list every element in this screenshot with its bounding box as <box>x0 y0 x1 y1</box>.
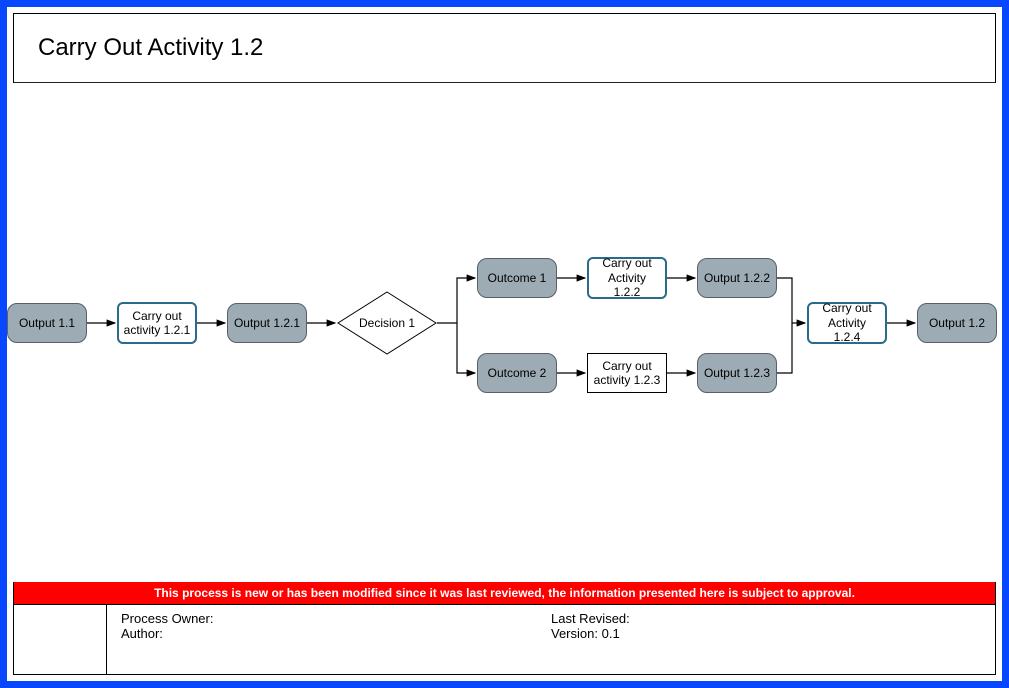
node-output-1-2-1: Output 1.2.1 <box>227 303 307 343</box>
node-label: Output 1.2.2 <box>704 271 770 285</box>
node-output-1-2-3: Output 1.2.3 <box>697 353 777 393</box>
version-value: 0.1 <box>602 626 620 641</box>
last-revised-label: Last Revised: <box>551 611 630 626</box>
version-label: Version: <box>551 626 598 641</box>
node-output-1-2-2: Output 1.2.2 <box>697 258 777 298</box>
author-label: Author: <box>121 626 163 641</box>
node-activity-1-2-4: Carry out Activity 1.2.4 <box>807 302 887 344</box>
node-label: Carry out Activity 1.2.4 <box>813 301 881 344</box>
approval-banner: This process is new or has been modified… <box>13 582 996 604</box>
title-bar: Carry Out Activity 1.2 <box>13 13 996 83</box>
node-label: Output 1.2.1 <box>234 316 300 330</box>
node-label: Output 1.2.3 <box>704 366 770 380</box>
node-output-1-2: Output 1.2 <box>917 303 997 343</box>
node-outcome-1: Outcome 1 <box>477 258 557 298</box>
node-activity-1-2-3: Carry out activity 1.2.3 <box>587 353 667 393</box>
footer-metadata: Process Owner: Last Revised: Author: Ver… <box>13 604 996 675</box>
node-label: Carry out activity 1.2.1 <box>123 309 191 338</box>
node-decision-1: Decision 1 <box>337 291 437 355</box>
node-label: Output 1.1 <box>19 316 75 330</box>
node-label: Outcome 2 <box>488 366 547 380</box>
footer-thumbnail-cell <box>14 605 107 674</box>
node-label: Outcome 1 <box>488 271 547 285</box>
node-label: Decision 1 <box>337 291 437 355</box>
flowchart-canvas: Output 1.1 Carry out activity 1.2.1 Outp… <box>7 83 1002 567</box>
node-label: Output 1.2 <box>929 316 985 330</box>
node-label: Carry out Activity 1.2.2 <box>593 256 661 299</box>
node-label: Carry out activity 1.2.3 <box>592 359 662 388</box>
node-activity-1-2-1: Carry out activity 1.2.1 <box>117 302 197 344</box>
node-output-1-1: Output 1.1 <box>7 303 87 343</box>
page-title: Carry Out Activity 1.2 <box>38 34 263 62</box>
diagram-frame: Carry Out Activity 1.2 Output 1.1 Carry … <box>0 0 1009 688</box>
footer-info-cell: Process Owner: Last Revised: Author: Ver… <box>107 605 995 674</box>
node-outcome-2: Outcome 2 <box>477 353 557 393</box>
node-activity-1-2-2: Carry out Activity 1.2.2 <box>587 257 667 299</box>
process-owner-label: Process Owner: <box>121 611 213 626</box>
banner-text: This process is new or has been modified… <box>154 586 855 600</box>
